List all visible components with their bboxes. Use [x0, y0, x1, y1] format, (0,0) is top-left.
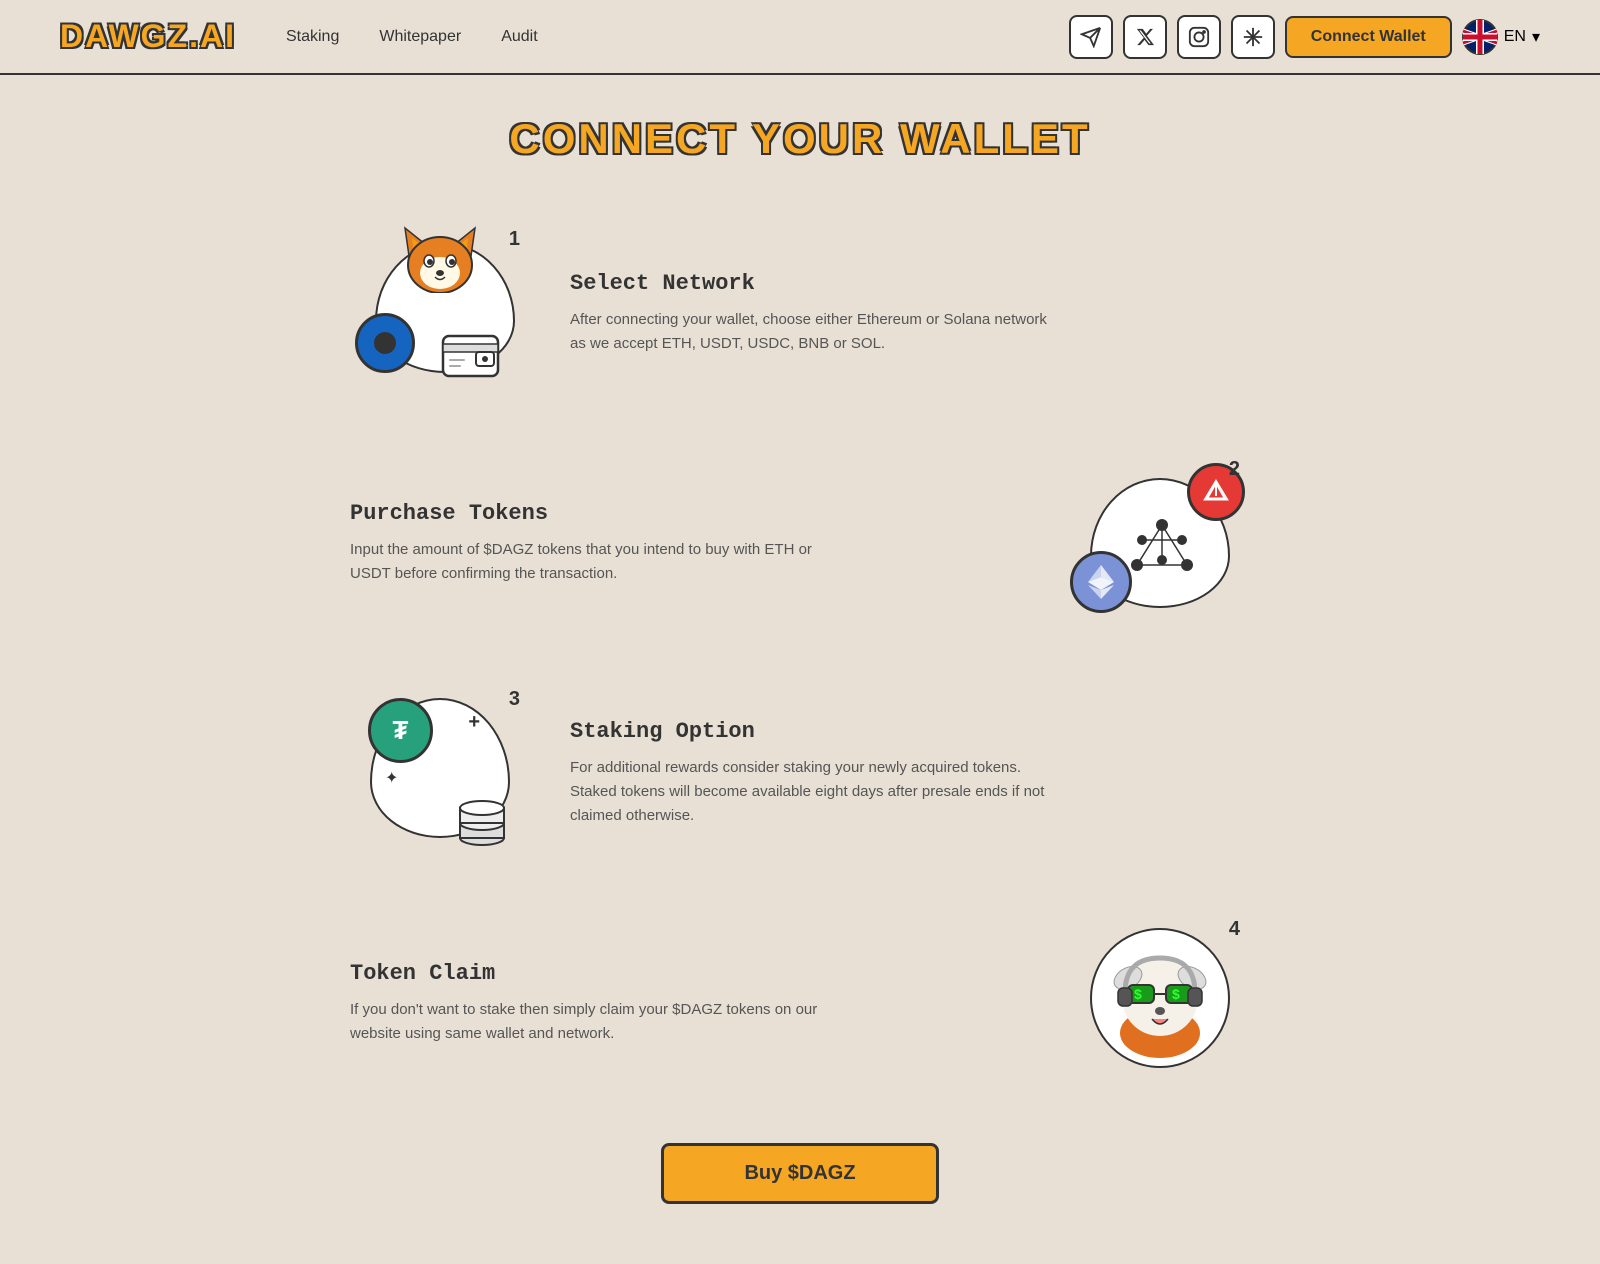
- step-1-title: Select Network: [570, 271, 1250, 296]
- step-2-illustration: 2: [1070, 453, 1250, 633]
- blue-circle-icon: [355, 313, 415, 373]
- star-button[interactable]: [1231, 15, 1275, 59]
- step-1-illustration: 1: [350, 223, 530, 403]
- header-right: Connect Wallet EN ▾: [1069, 15, 1540, 59]
- svg-text:$: $: [1134, 986, 1142, 1002]
- main-content: CONNECT YOUR WALLET: [0, 75, 1600, 1264]
- navigation: Staking Whitepaper Audit: [286, 28, 1069, 46]
- nav-staking[interactable]: Staking: [286, 28, 339, 46]
- language-label: EN: [1504, 28, 1526, 46]
- step-2-number: 2: [1229, 458, 1240, 481]
- step-4-content: Token Claim If you don't want to stake t…: [350, 961, 1030, 1046]
- step-2-description: Input the amount of $DAGZ tokens that yo…: [350, 538, 830, 586]
- step-1-row: 1 Select Network After connecting your w…: [350, 203, 1250, 423]
- flag-icon: [1462, 19, 1498, 55]
- telegram-button[interactable]: [1069, 15, 1113, 59]
- logo: DAWGZ.AI: [60, 18, 236, 55]
- step-3-title: Staking Option: [570, 719, 1250, 744]
- chevron-down-icon: ▾: [1532, 27, 1540, 47]
- plus-icon: +: [468, 711, 480, 734]
- sparkle-icon: ✦: [385, 768, 398, 788]
- page-title: CONNECT YOUR WALLET: [509, 115, 1090, 163]
- buy-dagz-button[interactable]: Buy $DAGZ: [661, 1143, 938, 1204]
- step-2-row: 2 Purchase Tokens Input the amount of $D…: [350, 433, 1250, 653]
- step-4-illustration: $ $ 4: [1070, 913, 1250, 1093]
- wallet-icon: [438, 326, 503, 381]
- dog-avatar-icon: $ $: [1090, 923, 1230, 1063]
- language-selector[interactable]: EN ▾: [1462, 19, 1540, 55]
- step-4-number: 4: [1229, 918, 1240, 941]
- steps-container: 1 Select Network After connecting your w…: [350, 203, 1250, 1113]
- nav-audit[interactable]: Audit: [501, 28, 537, 46]
- step-3-row: ₮ + ✦: [350, 663, 1250, 883]
- connect-wallet-button[interactable]: Connect Wallet: [1285, 16, 1452, 58]
- twitter-button[interactable]: [1123, 15, 1167, 59]
- header: DAWGZ.AI Staking Whitepaper Audit: [0, 0, 1600, 75]
- fox-icon: [400, 223, 480, 293]
- ethereum-icon: [1070, 551, 1132, 613]
- step-4-title: Token Claim: [350, 961, 1030, 986]
- step-4-row: $ $ 4 Token Claim If you d: [350, 893, 1250, 1113]
- step-3-description: For additional rewards consider staking …: [570, 756, 1050, 828]
- nav-whitepaper[interactable]: Whitepaper: [379, 28, 461, 46]
- instagram-button[interactable]: [1177, 15, 1221, 59]
- step-2-title: Purchase Tokens: [350, 501, 1030, 526]
- step-3-number: 3: [509, 688, 520, 711]
- step-1-content: Select Network After connecting your wal…: [570, 271, 1250, 356]
- coins-icon: [450, 783, 515, 848]
- step-1-description: After connecting your wallet, choose eit…: [570, 308, 1050, 356]
- tether-icon: ₮: [368, 698, 433, 763]
- step-1-number: 1: [509, 228, 520, 251]
- step-3-content: Staking Option For additional rewards co…: [570, 719, 1250, 828]
- step-4-description: If you don't want to stake then simply c…: [350, 998, 830, 1046]
- step-2-content: Purchase Tokens Input the amount of $DAG…: [350, 501, 1030, 586]
- step-3-illustration: ₮ + ✦: [350, 683, 530, 863]
- svg-text:$: $: [1172, 986, 1180, 1002]
